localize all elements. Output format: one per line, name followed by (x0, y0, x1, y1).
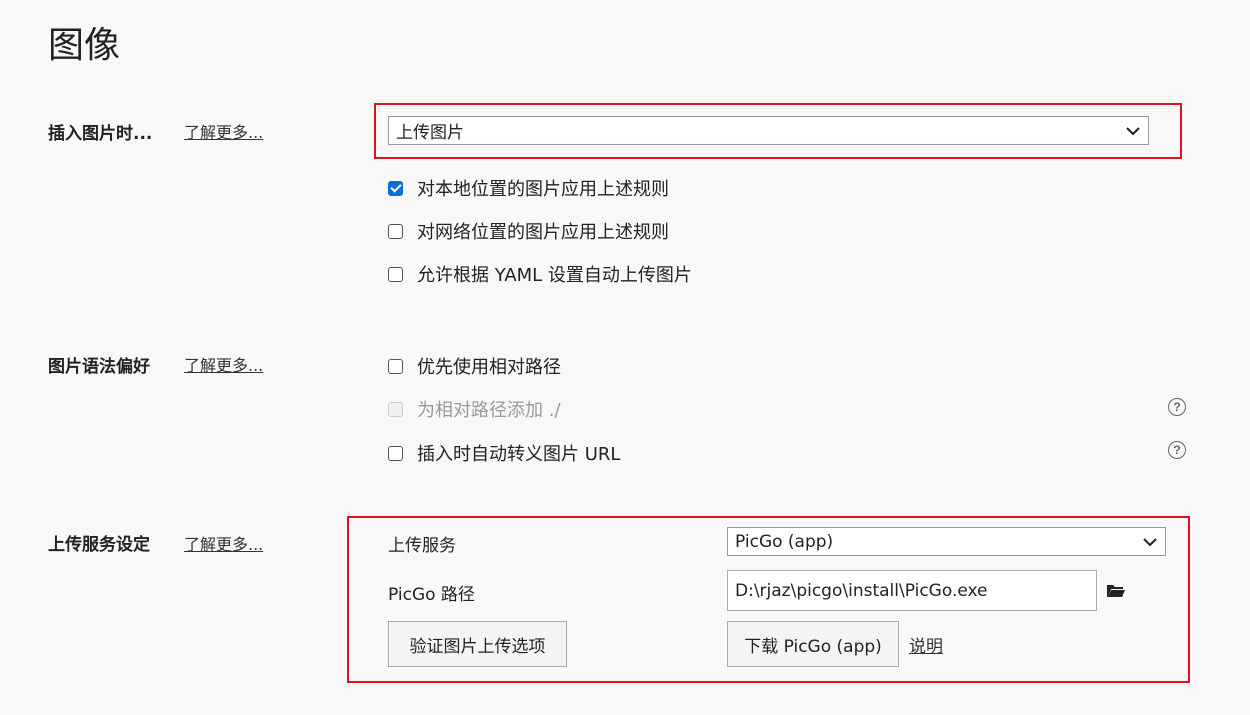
dot-slash-label: 为相对路径添加 ./ (417, 400, 561, 421)
verify-upload-button[interactable]: 验证图片上传选项 (388, 621, 567, 667)
local-images-label: 对本地位置的图片应用上述规则 (417, 179, 669, 200)
network-images-option[interactable]: 对网络位置的图片应用上述规则 (388, 218, 669, 244)
upload-service-select[interactable]: PicGo (app) (727, 527, 1166, 556)
insert-action-value: 上传图片 (396, 123, 464, 143)
folder-icon[interactable] (1106, 583, 1126, 599)
insert-image-learn-more-link[interactable]: 了解更多... (184, 119, 263, 143)
upload-service-value: PicGo (app) (735, 531, 834, 552)
relative-path-label: 优先使用相对路径 (417, 357, 561, 378)
local-images-checkbox[interactable] (388, 180, 403, 196)
dot-slash-option: 为相对路径添加 ./ (388, 396, 561, 422)
network-images-checkbox[interactable] (388, 223, 403, 239)
upload-service-label: 上传服务 (388, 536, 456, 556)
network-images-label: 对网络位置的图片应用上述规则 (417, 222, 669, 243)
insert-image-label: 插入图片时... (48, 124, 153, 144)
insert-action-select[interactable]: 上传图片 (388, 116, 1149, 145)
image-syntax-learn-more-link[interactable]: 了解更多... (184, 352, 263, 376)
escape-url-option[interactable]: 插入时自动转义图片 URL (388, 440, 620, 466)
relative-path-checkbox[interactable] (388, 358, 403, 374)
escape-url-label: 插入时自动转义图片 URL (417, 444, 621, 465)
dot-slash-checkbox (388, 401, 403, 417)
yaml-upload-option[interactable]: 允许根据 YAML 设置自动上传图片 (388, 261, 692, 287)
yaml-upload-label: 允许根据 YAML 设置自动上传图片 (417, 265, 692, 286)
yaml-upload-checkbox[interactable] (388, 266, 403, 282)
upload-service-learn-more-link[interactable]: 了解更多... (184, 531, 263, 555)
explain-link[interactable]: 说明 (909, 632, 943, 657)
image-syntax-label: 图片语法偏好 (48, 357, 150, 377)
chevron-down-icon (1126, 126, 1140, 135)
local-images-option[interactable]: 对本地位置的图片应用上述规则 (388, 175, 669, 201)
page-title: 图像 (48, 25, 121, 66)
relative-path-option[interactable]: 优先使用相对路径 (388, 353, 561, 379)
picgo-path-input[interactable]: D:\rjaz\picgo\install\PicGo.exe (727, 570, 1097, 611)
help-icon[interactable]: ? (1168, 398, 1186, 416)
upload-service-section-label: 上传服务设定 (48, 535, 150, 555)
picgo-path-label: PicGo 路径 (388, 585, 475, 605)
help-icon[interactable]: ? (1168, 441, 1186, 459)
download-picgo-button[interactable]: 下载 PicGo (app) (727, 621, 899, 667)
escape-url-checkbox[interactable] (388, 445, 403, 461)
chevron-down-icon (1143, 537, 1157, 546)
